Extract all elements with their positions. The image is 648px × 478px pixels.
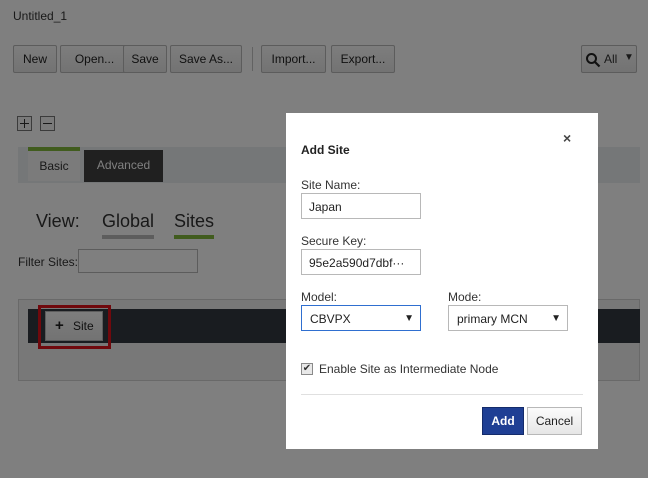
secure-key-input[interactable]: 95e2a590d7dbf···	[301, 249, 421, 275]
model-select-value: CBVPX	[310, 312, 351, 326]
dialog-title: Add Site	[301, 143, 350, 157]
chevron-down-icon: ▼	[404, 313, 414, 324]
chevron-down-icon: ▼	[551, 313, 561, 324]
model-label: Model:	[301, 290, 338, 304]
secure-key-label: Secure Key:	[301, 234, 367, 248]
add-button[interactable]: Add	[482, 407, 524, 435]
mode-select[interactable]: primary MCN ▼	[448, 305, 568, 331]
intermediate-node-checkbox[interactable]: ✔	[301, 363, 313, 375]
cancel-button[interactable]: Cancel	[527, 407, 582, 435]
mode-label: Mode:	[448, 290, 482, 304]
dialog-divider	[301, 394, 583, 395]
add-site-dialog: Add Site × Site Name: Japan Secure Key: …	[286, 113, 598, 449]
model-select[interactable]: CBVPX ▼	[301, 305, 421, 331]
mode-select-value: primary MCN	[457, 312, 528, 326]
site-name-input[interactable]: Japan	[301, 193, 421, 219]
intermediate-node-label: Enable Site as Intermediate Node	[319, 362, 499, 376]
close-icon[interactable]: ×	[563, 130, 571, 146]
site-name-label: Site Name:	[301, 178, 361, 192]
